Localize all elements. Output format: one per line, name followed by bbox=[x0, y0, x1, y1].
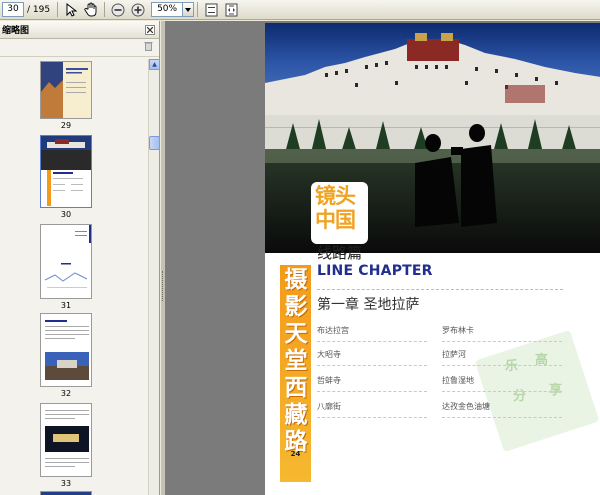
select-arrow-icon[interactable] bbox=[63, 2, 79, 18]
zoom-input[interactable]: 50% bbox=[151, 2, 184, 17]
toc-divider bbox=[442, 417, 562, 418]
zoom-select[interactable]: 50% bbox=[151, 2, 195, 17]
watermark-text: 分 bbox=[513, 389, 527, 404]
thumbnail-page-31[interactable] bbox=[40, 224, 92, 299]
zoom-out-icon[interactable] bbox=[110, 2, 126, 18]
toc-divider bbox=[442, 365, 562, 366]
thumbnail-page-33[interactable] bbox=[40, 403, 92, 477]
document-page: 镜头 中国 线路篇 LINE CHAPTER 摄影天堂西藏路 24 第一章 圣地… bbox=[265, 23, 600, 495]
scroll-up-icon[interactable]: ▲ bbox=[149, 59, 160, 70]
toc-item[interactable]: 布达拉宫 bbox=[317, 325, 349, 336]
toc-divider bbox=[317, 341, 427, 342]
close-icon[interactable] bbox=[145, 24, 155, 35]
toc-item[interactable]: 拉鲁湿地 bbox=[442, 375, 474, 386]
toc-item[interactable]: 哲蚌寺 bbox=[317, 375, 341, 386]
toolbar-separator bbox=[197, 2, 199, 17]
chevron-down-icon[interactable] bbox=[183, 2, 195, 17]
toc-item[interactable]: 八廓街 bbox=[317, 401, 341, 412]
page-total: / 195 bbox=[27, 4, 51, 15]
fit-width-icon[interactable] bbox=[223, 2, 239, 18]
splitter-grip[interactable] bbox=[162, 271, 164, 301]
thumbnail-label: 29 bbox=[60, 121, 72, 130]
watermark-text: 享 bbox=[549, 383, 563, 398]
document-area: 镜头 中国 线路篇 LINE CHAPTER 摄影天堂西藏路 24 第一章 圣地… bbox=[165, 21, 600, 495]
scrollbar-thumb[interactable] bbox=[149, 136, 160, 150]
trash-icon[interactable] bbox=[144, 41, 153, 54]
panel-tools bbox=[0, 39, 159, 57]
fit-page-icon[interactable] bbox=[203, 2, 219, 18]
toc-divider bbox=[317, 365, 427, 366]
route-label: 线路篇 bbox=[317, 244, 363, 262]
toc-item[interactable]: 拉萨河 bbox=[442, 349, 466, 360]
toolbar: 30 / 195 50% bbox=[0, 0, 600, 20]
panel-header: 缩略图 bbox=[0, 21, 159, 39]
thumbnail-label: 31 bbox=[60, 301, 72, 310]
toc-divider bbox=[442, 341, 562, 342]
thumbnail-label: 33 bbox=[60, 479, 72, 488]
thumbnail-page-next[interactable] bbox=[40, 491, 92, 495]
toc-divider bbox=[317, 391, 427, 392]
page-number: 24 bbox=[290, 450, 301, 458]
vertical-title: 摄影天堂西藏路 bbox=[284, 267, 308, 455]
page-number-input[interactable]: 30 bbox=[2, 2, 24, 17]
thumbnail-page-29[interactable] bbox=[40, 61, 92, 119]
chapter-rule bbox=[317, 289, 563, 290]
toc-item[interactable]: 罗布林卡 bbox=[442, 325, 474, 336]
toolbar-separator bbox=[104, 2, 106, 17]
title-zhongguo: 中国 bbox=[315, 208, 356, 232]
toc-item[interactable]: 大昭寺 bbox=[317, 349, 341, 360]
thumbnail-page-32[interactable] bbox=[40, 313, 92, 387]
toc-divider bbox=[317, 417, 427, 418]
chapter-title: 第一章 圣地拉萨 bbox=[317, 297, 420, 313]
thumbnail-panel: 缩略图 29 30 31 32 33 ▲ bbox=[0, 21, 160, 495]
hand-icon[interactable] bbox=[83, 2, 99, 18]
thumbnail-page-30[interactable] bbox=[40, 135, 92, 208]
thumbnail-list: 29 30 31 32 33 bbox=[0, 59, 148, 495]
toc-item[interactable]: 达孜金色油塘 bbox=[442, 401, 490, 412]
thumbnail-label: 32 bbox=[60, 389, 72, 398]
toolbar-separator bbox=[57, 2, 59, 17]
toc-divider bbox=[442, 391, 562, 392]
thumbnail-scrollbar[interactable]: ▲ bbox=[148, 59, 160, 495]
chapter-english-title: LINE CHAPTER bbox=[317, 263, 433, 279]
zoom-in-icon[interactable] bbox=[130, 2, 146, 18]
title-jingtou: 镜头 bbox=[315, 184, 356, 208]
thumbnail-label: 30 bbox=[60, 210, 72, 219]
panel-title: 缩略图 bbox=[2, 26, 30, 36]
